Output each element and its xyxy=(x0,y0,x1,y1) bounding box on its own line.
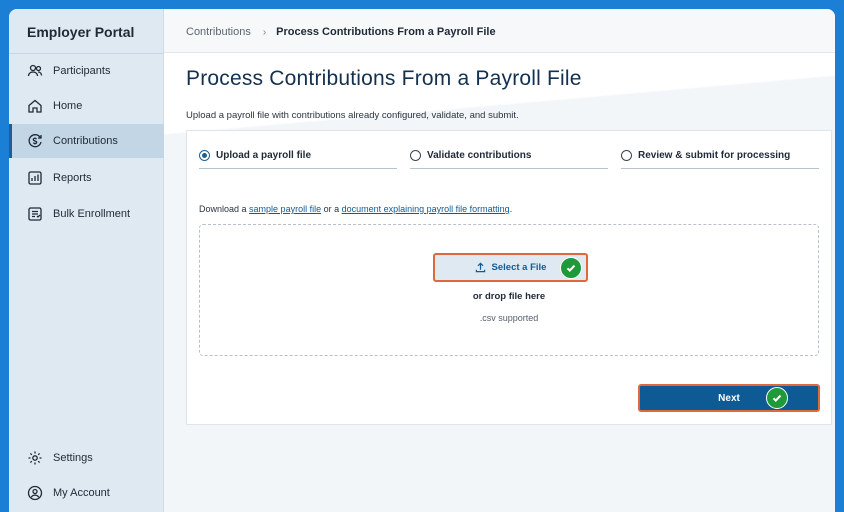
bulk-enrollment-icon xyxy=(28,207,42,221)
sidebar-item-label: Home xyxy=(53,100,83,112)
sidebar-item-label: Participants xyxy=(53,65,111,77)
participants-icon xyxy=(27,64,43,77)
breadcrumb-current: Process Contributions From a Payroll Fil… xyxy=(276,26,496,38)
app-window: Employer Portal Participants Home Contri… xyxy=(9,9,835,512)
main-content: Contributions › Process Contributions Fr… xyxy=(164,9,835,512)
step-review: Review & submit for processing xyxy=(621,143,819,169)
drop-file-text: or drop file here xyxy=(472,291,546,302)
step-radio-icon xyxy=(621,150,632,161)
sidebar-item-participants[interactable]: Participants xyxy=(9,54,164,88)
sidebar-item-label: Contributions xyxy=(53,135,118,147)
sample-payroll-file-link[interactable]: sample payroll file xyxy=(249,204,321,214)
step-upload: Upload a payroll file xyxy=(199,143,397,169)
page-subtitle: Upload a payroll file with contributions… xyxy=(186,110,519,121)
download-suffix: . xyxy=(509,204,513,214)
step-label: Review & submit for processing xyxy=(638,150,791,161)
sidebar-item-my-account[interactable]: My Account xyxy=(9,476,164,510)
brand-title: Employer Portal xyxy=(27,24,135,40)
sidebar-item-label: My Account xyxy=(53,487,110,499)
checkmark-icon xyxy=(560,257,582,279)
step-radio-icon xyxy=(199,150,210,161)
next-button[interactable]: Next xyxy=(638,384,820,412)
breadcrumb: Contributions › Process Contributions Fr… xyxy=(186,26,496,38)
sidebar-item-settings[interactable]: Settings xyxy=(9,441,164,475)
breadcrumb-parent-link[interactable]: Contributions xyxy=(186,26,251,38)
sidebar-item-bulk-enrollment[interactable]: Bulk Enrollment xyxy=(9,197,164,231)
sidebar: Employer Portal Participants Home Contri… xyxy=(9,9,164,512)
select-file-label: Select a File xyxy=(491,262,547,273)
supported-format-text: .csv supported xyxy=(479,313,539,323)
upload-card: Upload a payroll file Validate contribut… xyxy=(186,130,832,425)
download-instructions: Download a sample payroll file or a docu… xyxy=(199,204,512,214)
reports-icon xyxy=(28,171,42,185)
file-dropzone[interactable]: Select a File or drop file here .csv sup… xyxy=(199,224,819,356)
top-bar: Contributions › Process Contributions Fr… xyxy=(164,9,835,53)
stepper: Upload a payroll file Validate contribut… xyxy=(187,143,831,173)
sidebar-item-label: Reports xyxy=(53,172,92,184)
sidebar-item-reports[interactable]: Reports xyxy=(9,161,164,195)
step-validate: Validate contributions xyxy=(410,143,608,169)
sidebar-item-home[interactable]: Home xyxy=(9,89,164,123)
gear-icon xyxy=(28,451,42,465)
breadcrumb-separator: › xyxy=(262,26,267,38)
step-radio-icon xyxy=(410,150,421,161)
sidebar-item-label: Bulk Enrollment xyxy=(53,208,131,220)
select-file-button[interactable]: Select a File xyxy=(433,253,588,282)
sidebar-item-contributions[interactable]: Contributions xyxy=(9,124,164,158)
sidebar-item-label: Settings xyxy=(53,452,93,464)
checkmark-icon xyxy=(766,387,788,409)
next-label: Next xyxy=(718,392,740,404)
step-label: Validate contributions xyxy=(427,150,532,161)
step-label: Upload a payroll file xyxy=(216,150,312,161)
download-prefix: Download a xyxy=(199,204,250,214)
page-title: Process Contributions From a Payroll Fil… xyxy=(186,67,582,90)
contributions-icon xyxy=(28,134,42,148)
upload-icon xyxy=(475,262,485,273)
download-middle: or a xyxy=(321,204,342,214)
home-icon xyxy=(28,99,42,113)
account-icon xyxy=(27,485,43,501)
formatting-document-link[interactable]: document explaining payroll file formatt… xyxy=(342,204,510,214)
